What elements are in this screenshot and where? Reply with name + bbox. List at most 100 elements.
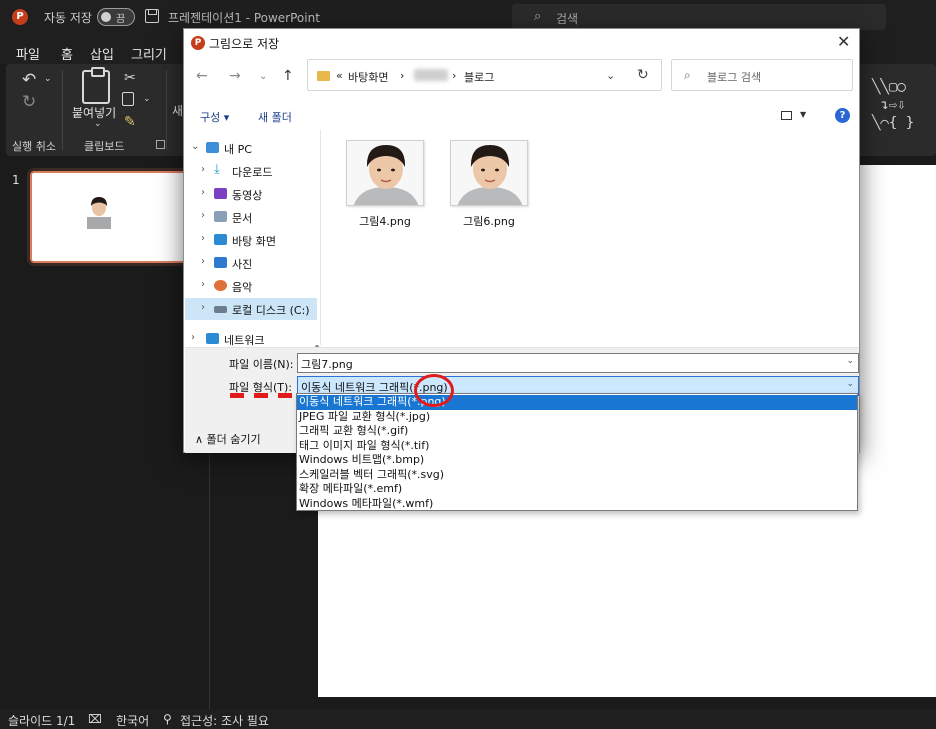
- boy-photo-thumbnail: [87, 197, 111, 229]
- chevron-down-icon[interactable]: ⌄: [94, 119, 102, 129]
- tree-item-downloads[interactable]: › ⤓ 다운로드: [185, 160, 317, 182]
- autosave-toggle[interactable]: 끔: [97, 8, 135, 26]
- tree-item-pictures[interactable]: › 사진: [185, 252, 317, 274]
- new-folder-button[interactable]: 새 폴더: [258, 109, 292, 125]
- undo-icon[interactable]: ↶: [22, 70, 36, 90]
- powerpoint-icon: P: [191, 36, 205, 50]
- chevron-down-icon[interactable]: ⌄: [846, 379, 854, 389]
- file-name: 그림6.png: [463, 215, 515, 228]
- folder-search-placeholder: 블로그 검색: [707, 71, 762, 84]
- view-options-icon[interactable]: [781, 111, 792, 120]
- pc-icon: [206, 142, 219, 153]
- filetype-option[interactable]: JPEG 파일 교환 형식(*.jpg): [297, 410, 857, 425]
- chevron-right-icon[interactable]: ›: [201, 302, 205, 313]
- accessibility-status[interactable]: 접근성: 조사 필요: [180, 712, 269, 729]
- annotation-dash: [278, 393, 292, 398]
- tab-insert[interactable]: 삽입: [90, 44, 114, 63]
- organize-button[interactable]: 구성 ▾: [200, 109, 229, 125]
- refresh-icon[interactable]: ↻: [637, 67, 649, 83]
- folder-search-box[interactable]: ⌕ 블로그 검색: [671, 59, 853, 91]
- filename-label: 파일 이름(N):: [229, 358, 294, 371]
- copy-icon[interactable]: [122, 92, 134, 106]
- status-bar: 슬라이드 1/1 ⌧ 한국어 ⚲ 접근성: 조사 필요: [0, 709, 936, 729]
- tab-home[interactable]: 홈: [61, 44, 73, 68]
- notes-icon[interactable]: ⌧: [88, 712, 102, 726]
- cut-icon[interactable]: ✂: [124, 70, 136, 86]
- shapes-gallery-icon[interactable]: ╲╲▢◯ ↴⇨⇩ ╲⌒{ }: [872, 78, 914, 132]
- tree-item-local-disk[interactable]: › 로컬 디스크 (C:): [185, 298, 317, 320]
- breadcrumb-blog[interactable]: 블로그: [464, 69, 494, 85]
- help-icon[interactable]: ?: [835, 108, 850, 123]
- tree-label: 문서: [232, 212, 253, 225]
- chevron-right-icon[interactable]: ›: [201, 256, 205, 267]
- group-label-clipboard: 클립보드: [84, 140, 125, 153]
- breadcrumb-desktop[interactable]: 바탕화면: [348, 69, 388, 85]
- tree-label: 다운로드: [232, 166, 273, 179]
- ribbon-divider: [166, 70, 167, 150]
- tree-item-music[interactable]: › 음악: [185, 275, 317, 297]
- paste-icon[interactable]: [82, 67, 110, 104]
- chevron-down-icon[interactable]: ⌄: [143, 94, 151, 104]
- back-arrow-icon[interactable]: ←: [196, 68, 208, 84]
- file-name: 그림4.png: [359, 215, 411, 228]
- autosave-state: 끔: [116, 14, 126, 25]
- filetype-option[interactable]: 그래픽 교환 형식(*.gif): [297, 424, 857, 439]
- ribbon-divider: [62, 70, 63, 150]
- filetype-option[interactable]: 태그 이미지 파일 형식(*.tif): [297, 439, 857, 454]
- chevron-right-icon[interactable]: ›: [201, 210, 205, 221]
- chevron-down-icon[interactable]: ⌄: [191, 141, 199, 152]
- tree-label: 로컬 디스크 (C:): [232, 304, 310, 317]
- chevron-down-icon[interactable]: ⌄: [846, 356, 854, 366]
- chevron-right-icon[interactable]: ›: [201, 164, 205, 175]
- tree-item-pc[interactable]: ⌄ 내 PC: [185, 137, 317, 159]
- chevron-right-icon[interactable]: ›: [201, 233, 205, 244]
- redo-icon[interactable]: ↻: [22, 92, 36, 112]
- tree-item-documents[interactable]: › 문서: [185, 206, 317, 228]
- filetype-option[interactable]: 확장 메타파일(*.emf): [297, 482, 857, 497]
- format-painter-icon[interactable]: ✎: [124, 114, 136, 130]
- filetype-option[interactable]: Windows 비트맵(*.bmp): [297, 453, 857, 468]
- search-box[interactable]: ⌕ 검색: [512, 4, 886, 30]
- network-icon: [206, 333, 219, 344]
- address-prefix: «: [336, 69, 343, 82]
- download-icon: ⤓: [214, 162, 220, 177]
- slide-number: 1: [12, 173, 20, 187]
- filetype-option[interactable]: Windows 메타파일(*.wmf): [297, 497, 857, 512]
- file-item[interactable]: 그림4.png: [326, 140, 426, 230]
- music-icon: [214, 280, 227, 291]
- chevron-down-icon[interactable]: ⌄: [606, 69, 615, 82]
- filetype-option[interactable]: 이동식 네트워크 그래픽(*.png): [297, 395, 857, 410]
- dialog-launcher-icon[interactable]: [156, 140, 165, 149]
- recent-locations-icon[interactable]: ⌄: [259, 71, 267, 82]
- tree-item-desktop[interactable]: › 바탕 화면: [185, 229, 317, 251]
- tree-item-videos[interactable]: › 동영상: [185, 183, 317, 205]
- close-icon[interactable]: ✕: [837, 32, 850, 51]
- chevron-right-icon[interactable]: ›: [201, 187, 205, 198]
- save-as-picture-dialog: P 그림으로 저장 ✕ ← → ⌄ ↑ « 바탕화면 › › 블로그 ⌄ ↻ ⌕…: [183, 28, 860, 453]
- file-item[interactable]: 그림6.png: [430, 140, 530, 230]
- chevron-down-icon[interactable]: ▼: [800, 110, 806, 119]
- filename-input[interactable]: 그림7.png ⌄: [297, 353, 859, 373]
- breadcrumb-blurred-folder[interactable]: [414, 69, 448, 81]
- breadcrumb-separator: ›: [452, 69, 457, 82]
- tree-label: 음악: [232, 281, 253, 294]
- chevron-right-icon[interactable]: ›: [191, 332, 195, 343]
- search-icon: ⌕: [684, 68, 691, 82]
- tree-label: 네트워크: [224, 334, 265, 347]
- forward-arrow-icon[interactable]: →: [229, 68, 241, 84]
- new-slide-button[interactable]: 새: [172, 102, 183, 119]
- filetype-option[interactable]: 스케일러블 벡터 그래픽(*.svg): [297, 468, 857, 483]
- up-arrow-icon[interactable]: ↑: [282, 68, 294, 84]
- slide-thumbnail[interactable]: [27, 168, 205, 266]
- chevron-right-icon[interactable]: ›: [201, 279, 205, 290]
- address-bar[interactable]: « 바탕화면 › › 블로그 ⌄ ↻: [307, 59, 662, 91]
- tab-file[interactable]: 파일: [16, 44, 40, 63]
- hide-folders-button[interactable]: ∧ 폴더 숨기기: [195, 431, 261, 447]
- desktop-icon: [214, 234, 227, 245]
- photo-icon: [214, 257, 227, 268]
- filetype-dropdown-list: 이동식 네트워크 그래픽(*.png) JPEG 파일 교환 형식(*.jpg)…: [296, 393, 858, 511]
- chevron-down-icon[interactable]: ⌄: [44, 74, 52, 84]
- save-icon[interactable]: [145, 9, 159, 23]
- language-indicator[interactable]: 한국어: [116, 712, 149, 729]
- tab-draw[interactable]: 그리기: [131, 44, 167, 63]
